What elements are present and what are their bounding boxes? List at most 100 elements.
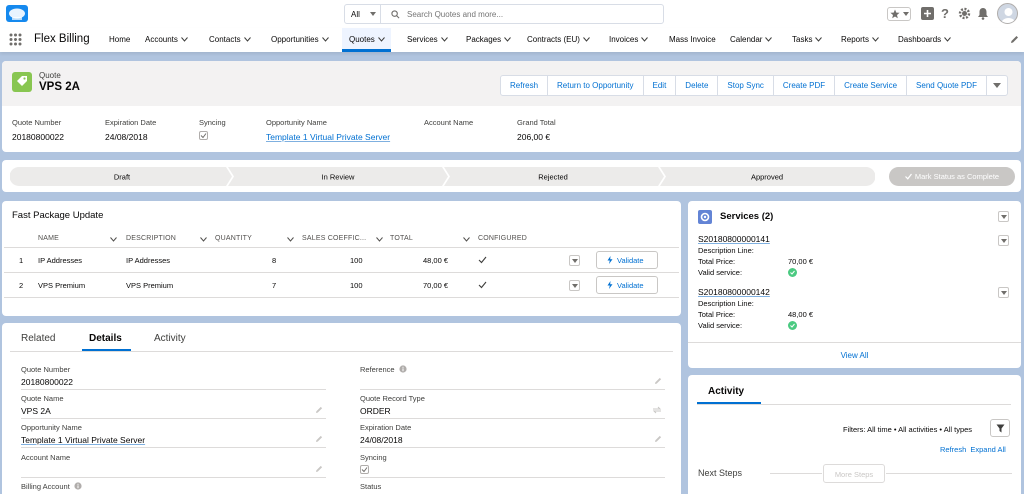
- chevron-down-icon[interactable]: [243, 37, 251, 42]
- mark-status-complete-button[interactable]: Mark Status as Complete: [889, 167, 1015, 186]
- expand-all-link[interactable]: Expand All: [970, 445, 1005, 454]
- pencil-icon[interactable]: [315, 406, 323, 414]
- path-stage-draft[interactable]: Draft: [10, 167, 232, 186]
- column-header-quantity[interactable]: QUANTITY: [215, 235, 252, 242]
- highlight-account-name: Account Name: [424, 118, 473, 127]
- send-quote-pdf-button[interactable]: Send Quote PDF: [907, 76, 987, 95]
- column-header-description[interactable]: DESCRIPTION: [126, 235, 176, 242]
- filter-button[interactable]: [990, 419, 1010, 437]
- service-link[interactable]: S20180800000141: [698, 234, 770, 244]
- package-name-link[interactable]: IP Addresses: [38, 256, 82, 265]
- pencil-icon[interactable]: [654, 377, 662, 385]
- validate-button[interactable]: Validate: [596, 276, 658, 294]
- opportunity-link[interactable]: Template 1 Virtual Private Server: [266, 132, 390, 142]
- info-icon[interactable]: [74, 482, 82, 490]
- nav-item-quotes[interactable]: Quotes: [342, 28, 391, 52]
- pencil-icon[interactable]: [315, 465, 323, 473]
- field-label: Expiration Date: [105, 118, 157, 127]
- row-action-menu[interactable]: [998, 235, 1009, 246]
- path-stage-rejected[interactable]: Rejected: [444, 167, 664, 186]
- card-action-menu[interactable]: [998, 211, 1009, 222]
- row-action-menu[interactable]: [998, 287, 1009, 298]
- edit-nav-icon[interactable]: [1010, 35, 1019, 44]
- more-actions-button[interactable]: [987, 76, 1007, 95]
- pencil-icon[interactable]: [654, 435, 662, 443]
- column-header-configured[interactable]: CONFIGURED: [478, 235, 527, 242]
- app-launcher-icon[interactable]: [9, 33, 22, 46]
- chevron-down-icon[interactable]: [440, 37, 448, 42]
- bell-icon[interactable]: [977, 7, 989, 20]
- column-header-total[interactable]: TOTAL: [390, 235, 413, 242]
- nav-item-contracts-eu[interactable]: Contracts (EU): [527, 28, 590, 52]
- chevron-down-icon[interactable]: [377, 37, 385, 42]
- activity-tab[interactable]: Activity: [708, 386, 744, 397]
- column-header-name[interactable]: NAME: [38, 235, 59, 242]
- info-icon[interactable]: [399, 365, 407, 373]
- chevron-down-icon[interactable]: [641, 37, 649, 42]
- search-input[interactable]: [407, 6, 657, 22]
- row-action-menu[interactable]: [569, 255, 580, 266]
- chevron-down-icon[interactable]: [872, 37, 879, 42]
- tab-details[interactable]: Details: [89, 333, 122, 344]
- opportunity-link[interactable]: Template 1 Virtual Private Server: [21, 435, 145, 445]
- chevron-down-icon[interactable]: [463, 237, 470, 242]
- tab-related[interactable]: Related: [21, 333, 55, 344]
- salesforce-logo[interactable]: [6, 5, 28, 22]
- nav-item-mass-invoice[interactable]: Mass Invoice: [669, 28, 716, 52]
- path-stage-approved[interactable]: Approved: [660, 167, 875, 186]
- chevron-down-icon[interactable]: [110, 237, 117, 242]
- nav-item-services[interactable]: Services: [407, 28, 448, 52]
- validate-button[interactable]: Validate: [596, 251, 658, 269]
- global-create-icon[interactable]: [921, 7, 934, 20]
- record-detail-tabs: Related Details Activity Quote Number 20…: [2, 323, 681, 494]
- delete-button[interactable]: Delete: [676, 76, 719, 95]
- chevron-down-icon[interactable]: [815, 37, 823, 42]
- path-stage-in-review[interactable]: In Review: [228, 167, 448, 186]
- help-icon[interactable]: ?: [940, 7, 950, 20]
- chevron-down-icon[interactable]: [944, 37, 952, 42]
- chevron-down-icon[interactable]: [376, 237, 383, 242]
- chevron-down-icon: [1001, 215, 1007, 219]
- view-all-link[interactable]: View All: [688, 351, 1021, 360]
- favorites-button[interactable]: [887, 7, 911, 21]
- refresh-button[interactable]: Refresh: [501, 76, 549, 95]
- nav-item-home[interactable]: Home: [109, 28, 130, 52]
- nav-item-tasks[interactable]: Tasks: [792, 28, 823, 52]
- edit-button[interactable]: Edit: [644, 76, 677, 95]
- lightning-icon: [607, 281, 613, 289]
- nav-item-calendar[interactable]: Calendar: [730, 28, 773, 52]
- pencil-icon[interactable]: [315, 435, 323, 443]
- avatar[interactable]: [997, 3, 1018, 24]
- chevron-down-icon[interactable]: [181, 37, 188, 42]
- nav-item-opportunities[interactable]: Opportunities: [271, 28, 329, 52]
- change-record-type-icon[interactable]: [652, 406, 662, 414]
- service-link[interactable]: S20180800000142: [698, 287, 770, 297]
- stop-sync-button[interactable]: Stop Sync: [718, 76, 774, 95]
- global-search[interactable]: All: [344, 4, 664, 24]
- more-steps-button[interactable]: More Steps: [823, 464, 885, 483]
- row-number: 1: [19, 256, 24, 265]
- chevron-down-icon[interactable]: [765, 37, 773, 42]
- column-header-sales-coefficient[interactable]: SALES COEFFIC...: [302, 235, 366, 242]
- return-to-opportunity-button[interactable]: Return to Opportunity: [548, 76, 644, 95]
- chevron-down-icon[interactable]: [321, 37, 329, 42]
- gear-icon[interactable]: [958, 7, 971, 20]
- package-name-link[interactable]: VPS Premium: [38, 281, 85, 290]
- create-service-button[interactable]: Create Service: [835, 76, 908, 95]
- row-action-menu[interactable]: [569, 280, 580, 291]
- nav-item-contacts[interactable]: Contacts: [209, 28, 251, 52]
- divider: [770, 473, 822, 474]
- chevron-down-icon[interactable]: [583, 37, 590, 42]
- nav-item-invoices[interactable]: Invoices: [609, 28, 649, 52]
- nav-item-reports[interactable]: Reports: [841, 28, 879, 52]
- nav-item-accounts[interactable]: Accounts: [145, 28, 188, 52]
- chevron-down-icon[interactable]: [504, 37, 512, 42]
- create-pdf-button[interactable]: Create PDF: [774, 76, 836, 95]
- field-syncing: Syncing: [360, 453, 665, 481]
- chevron-down-icon[interactable]: [287, 237, 294, 242]
- tab-activity[interactable]: Activity: [154, 333, 186, 344]
- nav-item-packages[interactable]: Packages: [466, 28, 512, 52]
- nav-item-dashboards[interactable]: Dashboards: [898, 28, 952, 52]
- chevron-down-icon[interactable]: [200, 237, 207, 242]
- refresh-link[interactable]: Refresh: [940, 445, 966, 454]
